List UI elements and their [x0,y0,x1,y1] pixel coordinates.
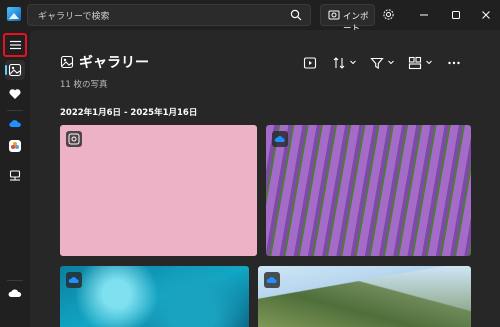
sidebar-item-this-pc[interactable] [5,166,25,186]
layout-icon[interactable] [408,56,422,70]
sidebar-item-favorites[interactable] [5,84,25,104]
underwater-photo[interactable] [60,266,249,327]
sidebar-divider-bottom [7,280,23,281]
sort-chevron-down-icon[interactable] [349,58,357,66]
minimize-icon[interactable] [416,7,432,23]
photo-badge [272,131,288,147]
this-pc-icon [9,170,21,181]
mountain-landscape-photo[interactable] [258,266,471,327]
onedrive-icon [274,136,285,142]
filter-chevron-down-icon[interactable] [387,58,395,66]
icloud-photos-icon [68,133,80,145]
photos-app-icon [7,7,21,21]
gallery-title-icon [60,55,74,69]
gear-icon[interactable] [382,8,395,21]
onedrive-icon [266,277,277,283]
active-indicator [5,65,7,75]
search-placeholder: ギャラリーで検索 [38,12,110,22]
gallery-panel: ギャラリー 11 枚の写真 2022年1月6日 - 2025年1月16日 [30,30,500,327]
heart-icon [9,89,21,99]
search-input[interactable]: ギャラリーで検索 [27,4,311,26]
more-options-icon[interactable] [447,56,461,70]
search-icon[interactable] [290,9,302,21]
onedrive-icon [9,120,21,127]
import-button[interactable]: インポート [320,4,375,34]
sidebar-item-icloud[interactable] [5,136,25,156]
cloud-icon [8,289,22,297]
sidebar-divider [7,110,23,111]
sidebar [0,30,30,327]
slideshow-icon[interactable] [303,56,317,70]
sidebar-item-onedrive[interactable] [5,114,25,134]
date-range-heading: 2022年1月6日 - 2025年1月16日 [60,108,198,118]
lavender-field-photo[interactable] [266,125,471,256]
filter-icon[interactable] [370,56,384,70]
layout-chevron-down-icon[interactable] [425,58,433,66]
title-bar: ギャラリーで検索 インポート [0,0,500,34]
sort-icon[interactable] [332,56,346,70]
onedrive-icon [68,277,79,283]
photo-badge [66,131,82,147]
maximize-icon[interactable] [448,7,464,23]
hamburger-icon [10,40,21,50]
sidebar-item-gallery[interactable] [5,60,25,80]
sidebar-item-cloud[interactable] [5,283,25,303]
photo-badge [264,272,280,288]
gallery-icon [8,63,22,77]
cherry-blossom-photo[interactable] [60,125,257,256]
menu-button[interactable] [3,33,27,57]
page-title: ギャラリー [79,55,149,71]
import-icon [328,10,340,20]
photo-count: 11 枚の写真 [60,80,108,90]
close-icon[interactable] [478,7,494,23]
icloud-photos-icon [9,140,21,152]
photo-badge [66,272,82,288]
